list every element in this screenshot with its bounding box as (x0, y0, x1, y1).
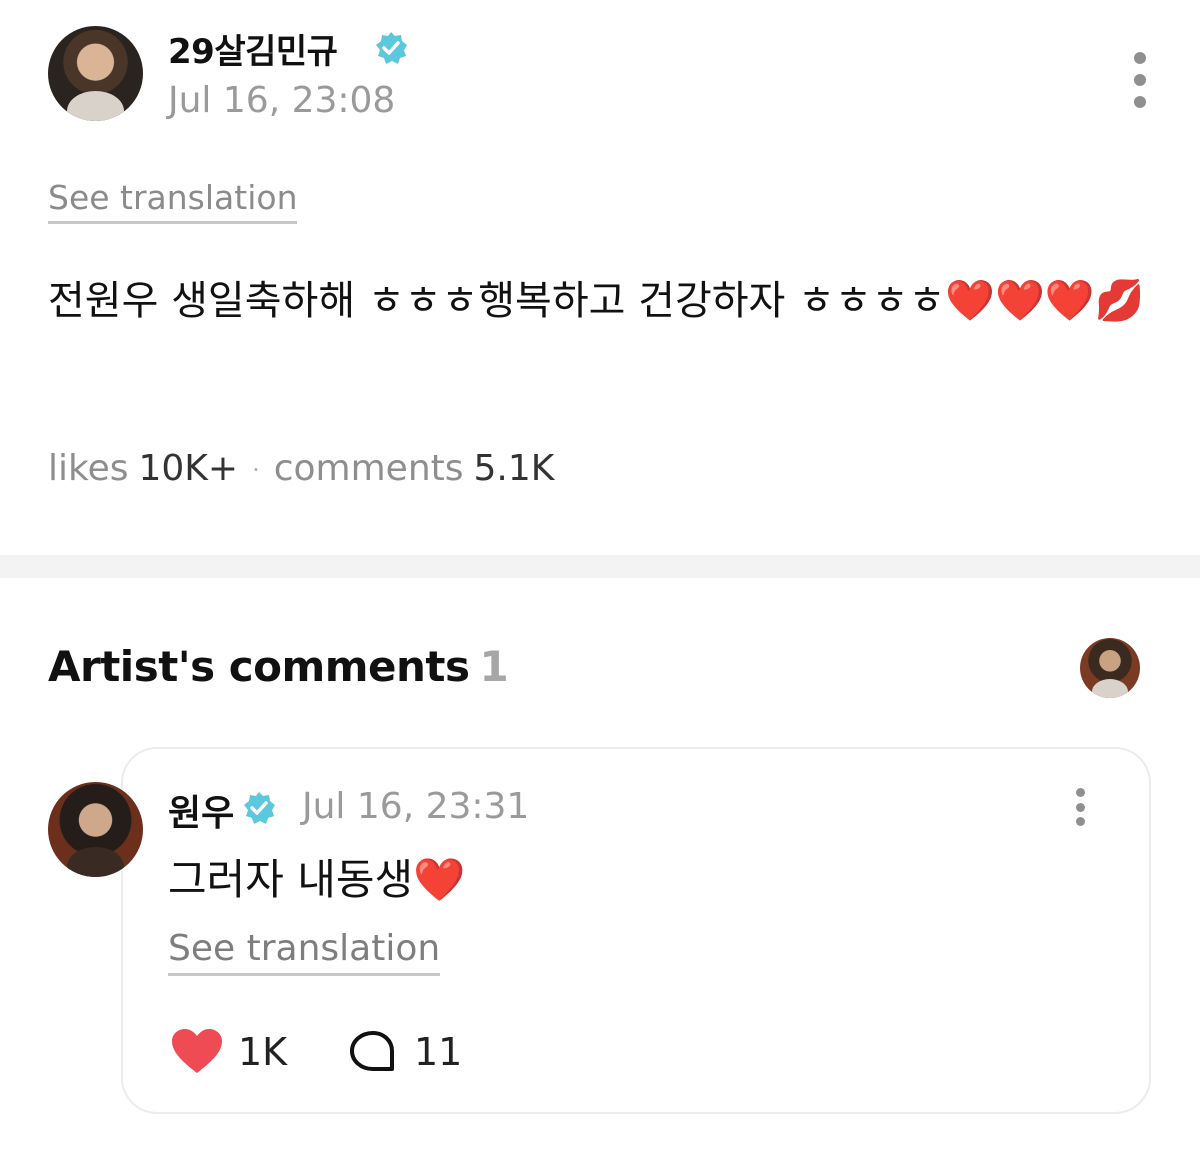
post-page: 29살김민규 Jul 16, 23:08 See translation 전원우… (0, 0, 1200, 1149)
comment-more-options-icon[interactable] (1068, 788, 1092, 826)
comment-see-translation-link[interactable]: See translation (168, 928, 441, 976)
verified-badge-icon (376, 32, 407, 64)
comment-body: 그러자 내동생❤️ (168, 855, 466, 904)
likes-label: likes (48, 448, 129, 489)
stats-separator: · (252, 456, 260, 484)
post-timestamp: Jul 16, 23:08 (168, 80, 396, 121)
comment-reply-count: 11 (414, 1030, 463, 1074)
likes-count[interactable]: 10K+ (138, 448, 238, 489)
author-name[interactable]: 29살김민규 (168, 24, 338, 73)
heart-icon[interactable] (170, 1027, 224, 1075)
post-body: 전원우 생일축하해 ㅎㅎㅎ행복하고 건강하자 ㅎㅎㅎㅎ❤️❤️❤️💋 (48, 278, 1145, 324)
comment-timestamp: Jul 16, 23:31 (302, 786, 530, 827)
more-options-icon[interactable] (1128, 52, 1152, 108)
artist-comments-label: Artist's comments (48, 642, 470, 691)
comments-label: comments (273, 448, 464, 489)
comment-like-count: 1K (238, 1030, 288, 1074)
artist-comments-title: Artist's comments 1 (48, 642, 509, 691)
artist-comments-count: 1 (479, 642, 509, 691)
see-translation-link[interactable]: See translation (48, 178, 298, 224)
author-avatar[interactable] (48, 26, 143, 121)
comment-author-name[interactable]: 원우 (168, 784, 234, 836)
artist-avatar-thumb[interactable] (1080, 638, 1140, 698)
comments-count[interactable]: 5.1K (474, 448, 555, 489)
comment-author-avatar[interactable] (48, 782, 143, 877)
comment-bubble-icon[interactable] (348, 1029, 398, 1075)
section-divider (0, 555, 1200, 578)
post-stats: likes 10K+ · comments 5.1K (48, 448, 554, 489)
verified-badge-icon (244, 792, 275, 824)
